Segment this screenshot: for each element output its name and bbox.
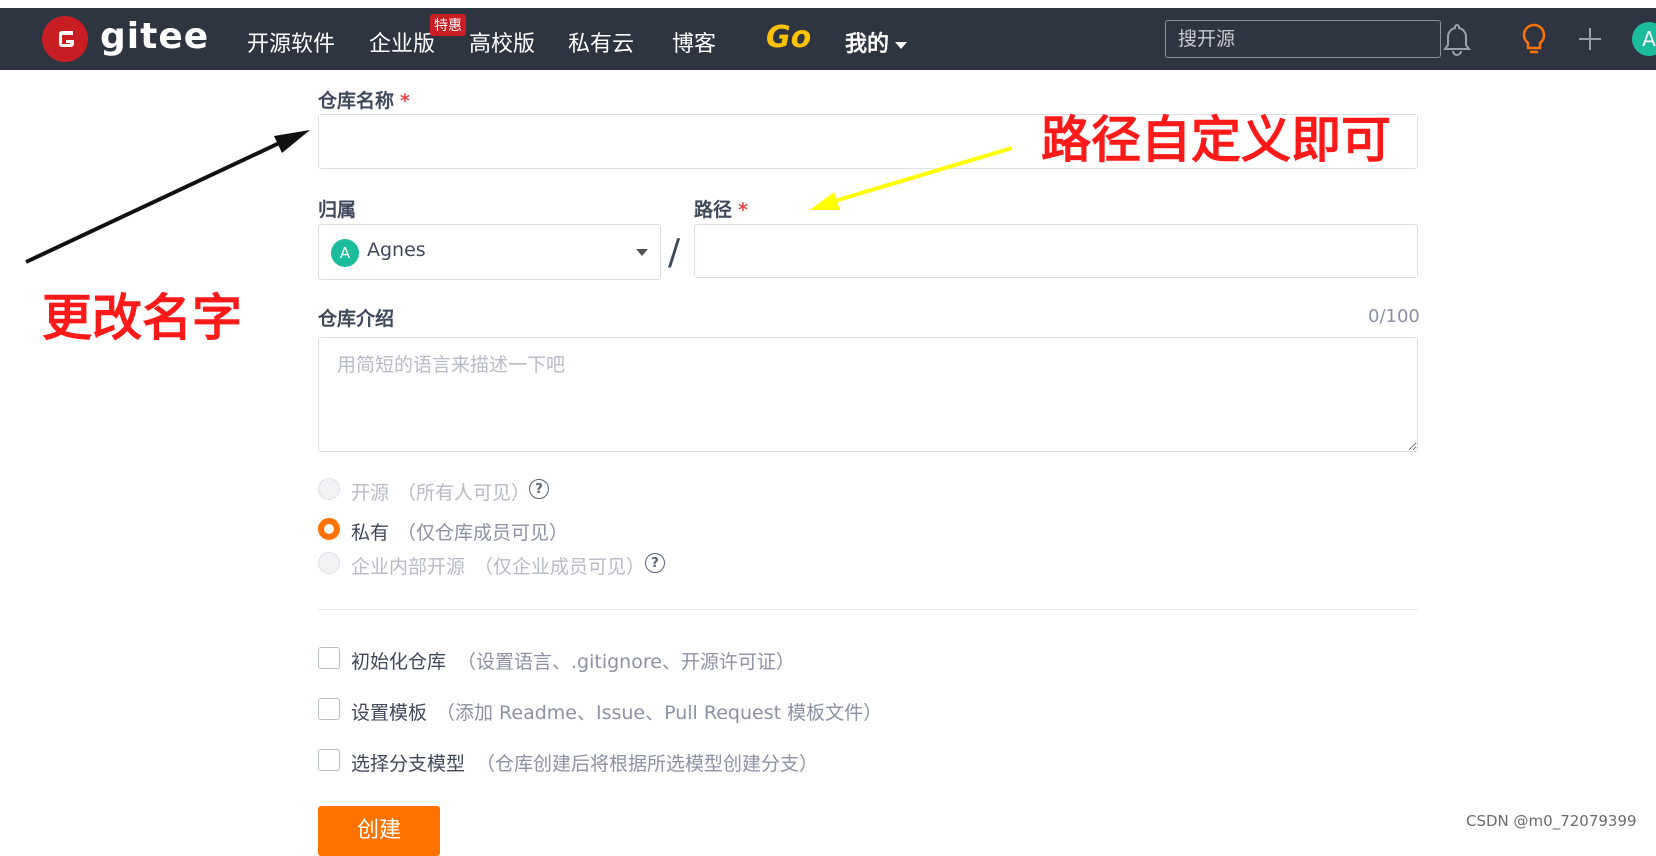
annotation-rename: 更改名字 [42,289,242,347]
annotation-path-custom: 路径自定义即可 [1041,111,1391,169]
csdn-watermark: CSDN @m0_72079399 [1466,812,1637,830]
annotation-arrows [25,130,1013,264]
